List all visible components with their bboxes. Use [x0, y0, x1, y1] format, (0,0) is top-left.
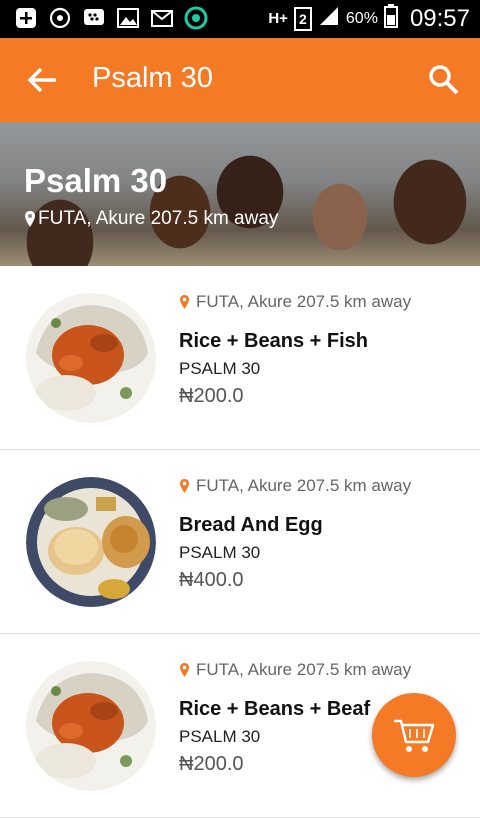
bbm-icon	[82, 6, 106, 30]
item-name: Rice + Beans + Fish	[179, 330, 368, 352]
food-image	[26, 293, 156, 423]
item-location: FUTA, Akure 207.5 km away	[179, 476, 411, 496]
item-price: ₦200.0	[179, 385, 244, 407]
item-price: ₦400.0	[179, 569, 244, 591]
back-arrow-icon	[27, 67, 56, 93]
search-icon	[429, 65, 459, 95]
vendor-location: FUTA, Akure 207.5 km away	[24, 208, 278, 230]
location-pin-icon	[180, 663, 189, 677]
whatsapp-icon	[48, 6, 72, 30]
cart-button[interactable]	[372, 693, 456, 777]
clock: 09:57	[409, 4, 470, 32]
network-type: H+	[268, 10, 288, 27]
cart-icon	[394, 719, 435, 752]
food-image	[26, 661, 156, 791]
item-location: FUTA, Akure 207.5 km away	[179, 292, 411, 312]
item-location-text: FUTA, Akure 207.5 km away	[196, 476, 412, 495]
vendor-name: Psalm 30	[24, 162, 168, 199]
list-item[interactable]: FUTA, Akure 207.5 km away Rice + Beans +…	[0, 266, 480, 450]
item-location: FUTA, Akure 207.5 km away	[179, 660, 411, 680]
item-name: Bread And Egg	[179, 514, 323, 536]
gmail-icon	[150, 6, 174, 30]
item-name: Rice + Beans + Beaf	[179, 698, 371, 720]
sim-indicator: 2	[293, 6, 312, 31]
item-location-text: FUTA, Akure 207.5 km away	[196, 660, 412, 679]
status-bar: H+ 2 60% 09:57	[0, 0, 480, 38]
item-vendor: PSALM 30	[179, 727, 261, 746]
gallery-icon	[116, 6, 140, 30]
signal-icon	[318, 5, 340, 32]
list-item[interactable]: FUTA, Akure 207.5 km away Bread And Egg …	[0, 450, 480, 634]
food-image	[26, 477, 156, 607]
item-vendor: PSALM 30	[179, 543, 261, 562]
notification-icons	[14, 6, 208, 30]
back-button[interactable]	[20, 60, 64, 100]
item-location-text: FUTA, Akure 207.5 km away	[196, 292, 412, 311]
battery-percent: 60%	[345, 9, 378, 27]
vendor-location-text: FUTA, Akure 207.5 km away	[38, 208, 279, 229]
item-vendor: PSALM 30	[179, 359, 261, 378]
app-bar: Psalm 30	[0, 38, 480, 122]
page-title: Psalm 30	[92, 62, 213, 94]
location-pin-icon	[25, 211, 35, 227]
system-icons: H+ 2 60% 09:57	[268, 4, 470, 33]
search-button[interactable]	[424, 60, 464, 100]
add-notification-icon	[14, 6, 38, 30]
app-notification-icon	[184, 6, 208, 30]
location-pin-icon	[180, 295, 189, 309]
item-price: ₦200.0	[179, 753, 244, 775]
vendor-banner: Psalm 30 FUTA, Akure 207.5 km away	[0, 122, 480, 266]
location-pin-icon	[180, 479, 189, 493]
battery-icon	[383, 4, 398, 33]
